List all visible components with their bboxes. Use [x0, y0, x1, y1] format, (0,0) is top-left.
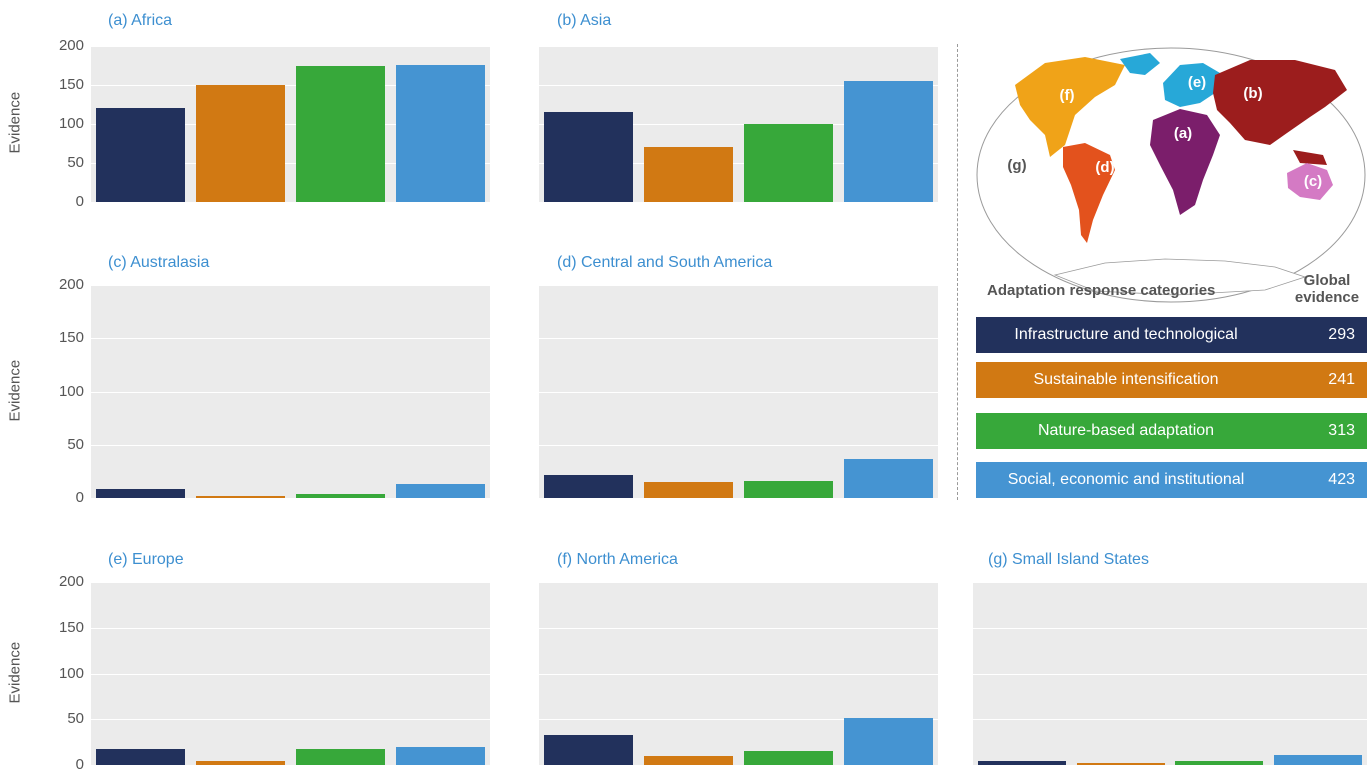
bar	[196, 85, 285, 202]
gridline	[91, 674, 490, 675]
panel-title: (c) Australasia	[108, 254, 210, 271]
y-tick-label: 0	[75, 193, 84, 210]
bar	[395, 746, 485, 765]
bar	[96, 108, 186, 202]
world-map: (a) (b) (c) (d) (e) (f) (g)	[976, 47, 1366, 303]
bar	[1076, 763, 1165, 765]
bar	[743, 751, 833, 765]
legend-global-value: 293	[1328, 326, 1355, 343]
legend-row-infrastructure: Infrastructure and technological 293	[976, 317, 1367, 353]
y-tick-label: 50	[67, 436, 84, 453]
bar	[644, 755, 733, 765]
legend-label: Nature-based adaptation	[1037, 422, 1215, 439]
legend-label: Infrastructure and technological	[1014, 326, 1238, 343]
bar	[544, 734, 634, 765]
gridline	[539, 392, 938, 393]
y-tick-label: 200	[58, 37, 84, 54]
bar	[743, 124, 833, 202]
bar	[843, 458, 933, 498]
y-tick-label: 200	[58, 573, 84, 590]
bar	[196, 761, 285, 765]
panel-title: (b) Asia	[557, 12, 612, 29]
map-label-b: (b)	[1243, 85, 1262, 102]
panel-title: (d) Central and South America	[557, 254, 773, 271]
panel-divider	[957, 44, 958, 500]
map-label-e: (e)	[1188, 74, 1206, 91]
legend-label: Social, economic and institutional	[1007, 471, 1245, 488]
gridline	[91, 445, 490, 446]
legend-row-social: Social, economic and institutional 423	[976, 462, 1367, 498]
gridline	[539, 628, 938, 629]
gridline	[973, 719, 1367, 720]
legend-row-sustainable: Sustainable intensification 241	[976, 362, 1367, 398]
y-tick-label: 50	[67, 154, 84, 171]
y-tick-label: 0	[75, 756, 84, 773]
gridline	[539, 445, 938, 446]
gridline	[973, 628, 1367, 629]
bar	[644, 146, 733, 202]
global-evidence-header: Global evidence	[1294, 272, 1360, 306]
gridline	[91, 582, 490, 583]
y-tick-label: 100	[58, 115, 84, 132]
legend-global-value: 313	[1328, 422, 1355, 439]
legend-header: Adaptation response categories	[987, 282, 1216, 299]
gridline	[539, 46, 938, 47]
gridline	[91, 338, 490, 339]
bar	[843, 718, 933, 765]
bar	[1175, 761, 1264, 765]
gridline	[539, 674, 938, 675]
legend-row-nature: Nature-based adaptation 313	[976, 413, 1367, 449]
gridline	[973, 674, 1367, 675]
legend-global-value: 423	[1328, 471, 1355, 488]
bar	[544, 112, 634, 202]
bar	[295, 65, 385, 202]
bar	[843, 81, 933, 202]
y-tick-label: 150	[58, 619, 84, 636]
gridline	[91, 719, 490, 720]
y-tick-label: 100	[58, 383, 84, 400]
y-tick-label: 150	[58, 329, 84, 346]
y-tick-label: 100	[58, 665, 84, 682]
y-tick-label: 200	[58, 276, 84, 293]
bar	[96, 489, 186, 498]
map-label-a: (a)	[1174, 125, 1192, 142]
y-axis-label: Evidence	[6, 641, 24, 704]
map-label-f: (f)	[1060, 87, 1075, 104]
bar	[743, 480, 833, 498]
map-label-c: (c)	[1304, 173, 1322, 190]
panel-title: (a) Africa	[108, 12, 173, 29]
gridline	[91, 285, 490, 286]
map-label-d: (d)	[1095, 159, 1114, 176]
bar	[196, 495, 285, 498]
gridline	[91, 46, 490, 47]
gridline	[91, 628, 490, 629]
legend-global-value: 241	[1328, 371, 1355, 388]
y-tick-label: 150	[58, 76, 84, 93]
gridline	[539, 285, 938, 286]
y-axis-label: Evidence	[6, 91, 24, 154]
panel-title: (f) North America	[557, 551, 678, 568]
y-tick-label: 50	[67, 710, 84, 727]
bar	[295, 493, 385, 498]
gridline	[973, 582, 1367, 583]
bar	[96, 749, 186, 765]
panel-title: (e) Europe	[108, 551, 184, 568]
gridline	[91, 392, 490, 393]
gridline	[539, 582, 938, 583]
bar	[644, 482, 733, 498]
bar	[295, 749, 385, 765]
bar	[395, 484, 485, 498]
y-axis-label: Evidence	[6, 359, 24, 422]
gridline	[539, 338, 938, 339]
bar	[544, 474, 634, 498]
bar	[1273, 754, 1362, 765]
bar	[395, 64, 485, 202]
y-tick-label: 0	[75, 489, 84, 506]
legend-label: Sustainable intensification	[1033, 371, 1219, 388]
bar	[978, 761, 1067, 765]
panel-title: (g) Small Island States	[988, 551, 1149, 568]
map-label-g: (g)	[1007, 157, 1026, 174]
